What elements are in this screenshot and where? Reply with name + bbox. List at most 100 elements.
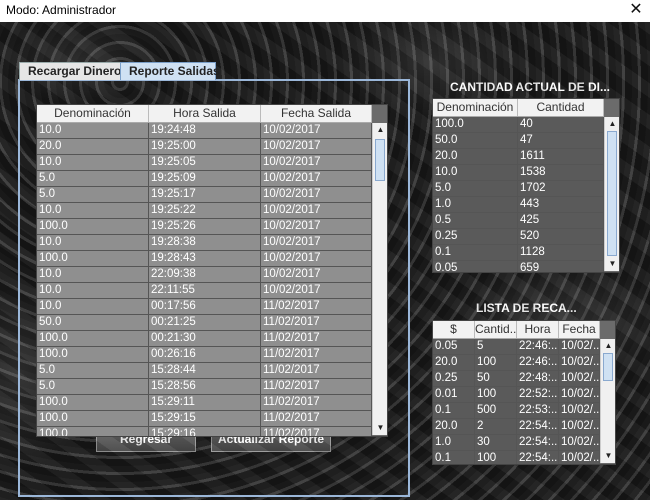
- table-row[interactable]: 100.0 00:26:16 11/02/2017: [37, 347, 372, 363]
- table-cell: 10.0: [37, 155, 149, 170]
- table-cell: 10/02/2017: [261, 235, 372, 250]
- table-cell: 100: [475, 355, 517, 370]
- table-row[interactable]: 0.5 425: [433, 213, 604, 229]
- table-cell: 19:25:26: [149, 219, 261, 234]
- table-row[interactable]: 50.0 47: [433, 133, 604, 149]
- table-row[interactable]: 0.25 520: [433, 229, 604, 245]
- table-row[interactable]: 100.0 00:21:30 11/02/2017: [37, 331, 372, 347]
- table-row[interactable]: 5.0 19:25:09 10/02/2017: [37, 171, 372, 187]
- column-header-cantidad[interactable]: Cantid...: [475, 321, 517, 338]
- table-row[interactable]: 0.01 100 22:52:... 10/02/...: [433, 387, 600, 403]
- scroll-up-icon[interactable]: ▲: [605, 117, 619, 131]
- table-cell: 10/02/2017: [261, 139, 372, 154]
- table-cell: 40: [518, 117, 604, 132]
- table-cell: 19:25:00: [149, 139, 261, 154]
- table-cell: 22:54:...: [519, 451, 559, 464]
- table-row[interactable]: 100.0 15:29:11 11/02/2017: [37, 395, 372, 411]
- scroll-up-icon[interactable]: ▲: [373, 123, 387, 137]
- table-cell: 2: [475, 419, 517, 434]
- cantidad-table[interactable]: Denominación Cantidad 100.0 40 50.0 47 20.0 1…: [432, 98, 620, 273]
- table-cell: 15:28:56: [149, 379, 261, 394]
- table-cell: 0.05: [433, 261, 518, 272]
- table-row[interactable]: 10.0 19:24:48 10/02/2017: [37, 123, 372, 139]
- table-row[interactable]: 20.0 2 22:54:... 10/02/...: [433, 419, 600, 435]
- table-row[interactable]: 0.1 500 22:53:... 10/02/...: [433, 403, 600, 419]
- table-cell: 10/02/2017: [261, 187, 372, 202]
- table-cell: 22:48:...: [519, 371, 559, 386]
- close-icon[interactable]: ✕: [628, 0, 644, 20]
- table-row[interactable]: 1.0 30 22:54:... 10/02/...: [433, 435, 600, 451]
- table-cell: 50.0: [433, 133, 518, 148]
- table-cell: 22:46:...: [519, 355, 559, 370]
- table-row[interactable]: 5.0 19:25:17 10/02/2017: [37, 187, 372, 203]
- table-row[interactable]: 100.0 19:25:26 10/02/2017: [37, 219, 372, 235]
- table-cell: 0.5: [433, 213, 518, 228]
- column-header-hora-salida[interactable]: Hora Salida: [149, 105, 261, 122]
- table-cell: 100: [475, 387, 517, 402]
- table-row[interactable]: 20.0 100 22:46:... 10/02/...: [433, 355, 600, 371]
- table-row[interactable]: 5.0 15:28:56 11/02/2017: [37, 379, 372, 395]
- table-row[interactable]: 0.05 659: [433, 261, 604, 272]
- column-header-fecha[interactable]: Fecha: [559, 321, 600, 338]
- table-cell: 10/02/2017: [261, 123, 372, 138]
- column-header-amount[interactable]: $: [433, 321, 475, 338]
- table-cell: 100.0: [37, 427, 149, 436]
- scroll-down-icon[interactable]: ▼: [605, 257, 619, 271]
- table-row[interactable]: 0.25 50 22:48:... 10/02/...: [433, 371, 600, 387]
- table-cell: 100.0: [37, 347, 149, 362]
- cantidad-table-header: Denominación Cantidad: [433, 99, 604, 117]
- table-row[interactable]: 100.0 40: [433, 117, 604, 133]
- table-row[interactable]: 10.0 1538: [433, 165, 604, 181]
- table-row[interactable]: 10.0 19:25:22 10/02/2017: [37, 203, 372, 219]
- table-row[interactable]: 20.0 1611: [433, 149, 604, 165]
- table-cell: 19:25:22: [149, 203, 261, 218]
- lista-table-scrollbar[interactable]: ▲ ▼: [600, 339, 615, 463]
- table-row[interactable]: 5.0 1702: [433, 181, 604, 197]
- table-row[interactable]: 0.05 5 22:46:... 10/02/...: [433, 339, 600, 355]
- report-table-scrollbar[interactable]: ▲ ▼: [372, 123, 387, 435]
- table-row[interactable]: 50.0 00:21:25 11/02/2017: [37, 315, 372, 331]
- table-cell: 11/02/2017: [261, 411, 372, 426]
- table-row[interactable]: 1.0 443: [433, 197, 604, 213]
- column-header-cantidad[interactable]: Cantidad: [518, 99, 604, 116]
- table-row[interactable]: 10.0 19:28:38 10/02/2017: [37, 235, 372, 251]
- table-row[interactable]: 100.0 15:29:15 11/02/2017: [37, 411, 372, 427]
- table-cell: 00:21:25: [149, 315, 261, 330]
- scroll-down-icon[interactable]: ▼: [601, 449, 615, 463]
- lista-table[interactable]: $ Cantid... Hora Fecha 0.05 5 22:46:... 10/…: [432, 320, 616, 465]
- column-header-hora[interactable]: Hora: [517, 321, 559, 338]
- scroll-thumb[interactable]: [375, 139, 385, 181]
- scroll-thumb[interactable]: [607, 131, 617, 256]
- table-cell: 30: [475, 435, 517, 450]
- table-row[interactable]: 20.0 19:25:00 10/02/2017: [37, 139, 372, 155]
- table-cell: 19:24:48: [149, 123, 261, 138]
- table-cell: 15:29:16: [149, 427, 261, 436]
- table-row[interactable]: 10.0 22:11:55 10/02/2017: [37, 283, 372, 299]
- table-row[interactable]: 0.1 1128: [433, 245, 604, 261]
- column-header-denominacion[interactable]: Denominación: [37, 105, 149, 122]
- table-row[interactable]: 10.0 19:25:05 10/02/2017: [37, 155, 372, 171]
- table-row[interactable]: 5.0 15:28:44 11/02/2017: [37, 363, 372, 379]
- column-header-denominacion[interactable]: Denominación: [433, 99, 518, 116]
- table-cell: 100.0: [37, 219, 149, 234]
- table-row[interactable]: 10.0 22:09:38 10/02/2017: [37, 267, 372, 283]
- table-cell: 20.0: [37, 139, 149, 154]
- table-cell: 100.0: [37, 331, 149, 346]
- table-row[interactable]: 100.0 19:28:43 10/02/2017: [37, 251, 372, 267]
- table-row[interactable]: 100.0 15:29:16 11/02/2017: [37, 427, 372, 436]
- table-row[interactable]: 10.0 00:17:56 11/02/2017: [37, 299, 372, 315]
- report-table[interactable]: Denominación Hora Salida Fecha Salida 10…: [36, 104, 388, 437]
- scroll-down-icon[interactable]: ▼: [373, 421, 387, 435]
- table-row[interactable]: 0.1 100 22:54:... 10/02/...: [433, 451, 600, 464]
- cantidad-table-scrollbar[interactable]: ▲ ▼: [604, 117, 619, 271]
- table-cell: 100: [475, 451, 517, 464]
- table-cell: 10/02/2017: [261, 251, 372, 266]
- table-cell: 47: [518, 133, 604, 148]
- tab-reporte-salidas[interactable]: Reporte Salidas: [120, 62, 220, 80]
- table-cell: 520: [518, 229, 604, 244]
- scroll-thumb[interactable]: [603, 353, 613, 381]
- scroll-up-icon[interactable]: ▲: [601, 339, 615, 353]
- table-cell: 19:28:43: [149, 251, 261, 266]
- table-cell: 10.0: [37, 203, 149, 218]
- column-header-fecha-salida[interactable]: Fecha Salida: [261, 105, 372, 122]
